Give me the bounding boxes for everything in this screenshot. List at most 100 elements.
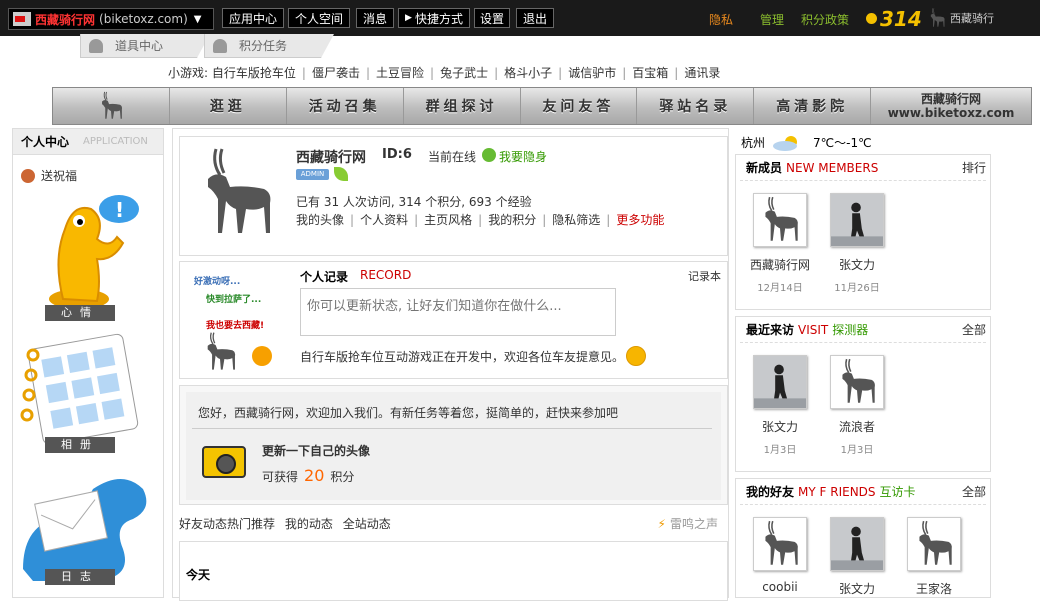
game-link[interactable]: 格斗小子 — [504, 66, 552, 80]
go-invisible-link[interactable]: 我要隐身 — [499, 148, 547, 165]
more-functions-link[interactable]: 更多功能 — [616, 213, 664, 227]
nav-item-browse[interactable]: 逛逛 — [170, 88, 287, 124]
separator: | — [494, 66, 499, 80]
visitors-title-en: VISIT — [798, 322, 829, 337]
nav-item-groups[interactable]: 群组探讨 — [404, 88, 521, 124]
my-avatar-link[interactable]: 我的头像 — [296, 213, 344, 227]
privacy-link[interactable]: 隐私 — [709, 11, 733, 28]
app-center-button[interactable]: 应用中心 — [222, 8, 284, 28]
points-policy-link[interactable]: 积分政策 — [801, 11, 849, 28]
friends-header: 我的好友 MY F RIENDS 互访卡 全部 — [740, 479, 986, 505]
friend-card[interactable]: coobii — [745, 517, 815, 594]
separator: | — [365, 66, 370, 80]
reward-unit: 积分 — [330, 470, 355, 484]
visit-card-link[interactable]: 互访卡 — [880, 483, 916, 500]
game-link[interactable]: 诚信驴市 — [568, 66, 616, 80]
tab-props-center[interactable]: 道具中心 — [80, 34, 210, 58]
record-book-link[interactable]: 记录本 — [688, 268, 721, 284]
nav-item-cinema[interactable]: 高清影院 — [754, 88, 872, 124]
privacy-filter-link[interactable]: 隐私筛选 — [552, 213, 600, 227]
game-link[interactable]: 兔子武士 — [440, 66, 488, 80]
smile-icon — [626, 346, 646, 366]
detector-link[interactable]: 探测器 — [832, 321, 868, 338]
visitor-name: 张文力 — [761, 420, 798, 434]
profile-links: 我的头像 | 个人资料 | 主页风格 | 我的积分 | 隐私筛选 | 更多功能 — [296, 211, 664, 228]
avatar[interactable] — [186, 143, 286, 243]
friend-card[interactable]: 张文力 — [822, 517, 892, 597]
visitor-card[interactable]: 张文力 1月3日 — [745, 355, 815, 456]
thunder-label: 雷鸣之声 — [669, 517, 718, 531]
visitors-title: 最近来访 — [746, 323, 795, 337]
game-link[interactable]: 土豆冒险 — [376, 66, 424, 80]
top-logo-text: 西藏骑行 — [950, 12, 994, 25]
games-label: 小游戏: — [168, 66, 209, 80]
all-visitors-link[interactable]: 全部 — [962, 321, 986, 338]
member-card[interactable]: 西藏骑行网 12月14日 — [745, 193, 815, 294]
ranking-link[interactable]: 排行 — [962, 159, 986, 176]
nav-item-stations[interactable]: 驿站名录 — [637, 88, 755, 124]
friends-box: 我的好友 MY F RIENDS 互访卡 全部 coobii 张文力 王家洛 — [735, 478, 991, 598]
shortcuts-label: 快捷方式 — [414, 11, 463, 26]
logout-button[interactable]: 退出 — [516, 8, 554, 28]
arrow-right-icon: ▶ — [405, 13, 412, 23]
thunder-link[interactable]: ⚡ 雷鸣之声 — [658, 515, 718, 532]
visitor-date: 1月3日 — [763, 445, 797, 456]
site-switcher-button[interactable]: 西藏骑行网 (biketoxz.com) ▼ — [8, 8, 214, 30]
nav-home-logo[interactable] — [53, 88, 170, 124]
tab-label: 积分任务 — [239, 39, 288, 53]
tab-site-feed[interactable]: 全站动态 — [343, 517, 391, 531]
personal-space-button[interactable]: 个人空间 — [288, 8, 350, 28]
my-profile-link[interactable]: 个人资料 — [360, 213, 408, 227]
sidebar-title-en: APPLICATION — [83, 136, 148, 147]
tab-label: 道具中心 — [115, 39, 164, 53]
my-points-link[interactable]: 我的积分 — [488, 213, 536, 227]
theme-link[interactable]: 主页风格 — [424, 213, 472, 227]
friends-title-en: MY F RIENDS — [798, 484, 876, 499]
visitor-card[interactable]: 流浪者 1月3日 — [822, 355, 892, 456]
sub-tabs: 道具中心 积分任务 — [80, 34, 334, 58]
record-illustration: 好激动呀... 快到拉萨了... 我也要去西藏! — [190, 272, 294, 372]
svg-text:!: ! — [115, 198, 124, 222]
game-link[interactable]: 通讯录 — [684, 66, 720, 80]
app-mood[interactable]: ! 心情 — [13, 189, 165, 321]
messages-button[interactable]: 消息 — [356, 8, 394, 28]
member-card[interactable]: 张文力 11月26日 — [822, 193, 892, 294]
tab-points-tasks[interactable]: 积分任务 — [204, 34, 334, 58]
settings-button[interactable]: 设置 — [474, 8, 510, 28]
album-icon — [20, 333, 139, 445]
task-title[interactable]: 更新一下自己的头像 — [262, 442, 370, 459]
status-input[interactable] — [300, 288, 616, 336]
main-nav: 逛逛 活动召集 群组探讨 友问友答 驿站名录 高清影院 西藏骑行网 www.bi… — [52, 87, 1032, 125]
record-title: 个人记录 — [300, 270, 349, 284]
shortcuts-button[interactable]: ▶ 快捷方式 — [398, 8, 470, 28]
app-album[interactable]: 相册 — [13, 325, 165, 455]
visitors-header: 最近来访 VISIT 探测器 全部 — [740, 317, 986, 343]
app-blog[interactable]: 日志 — [13, 469, 165, 599]
friend-card[interactable]: 王家洛 — [899, 517, 969, 597]
manage-link[interactable]: 管理 — [760, 11, 784, 28]
mood-icon: ! — [49, 195, 139, 309]
separator: | — [414, 213, 419, 227]
nav-item-events[interactable]: 活动召集 — [287, 88, 404, 124]
today-title: 今天 — [186, 568, 211, 582]
site-logo-icon — [13, 12, 31, 26]
visitor-name: 流浪者 — [838, 420, 875, 434]
friend-name: 王家洛 — [915, 582, 952, 596]
tab-hot-friends[interactable]: 好友动态热门推荐 — [179, 517, 275, 531]
game-link[interactable]: 僵尸袭击 — [312, 66, 360, 80]
separator: | — [478, 213, 483, 227]
all-friends-link[interactable]: 全部 — [962, 483, 986, 500]
separator: | — [674, 66, 679, 80]
member-avatar — [830, 193, 884, 247]
leaf-icon — [334, 167, 348, 181]
welcome-text: 您好，西藏骑行网，欢迎加入我们。有新任务等着您，挺简单的，赶快来参加吧 — [198, 406, 619, 420]
game-link[interactable]: 自行车版抢车位 — [212, 66, 296, 80]
member-name: 西藏骑行网 — [749, 258, 810, 272]
tab-my-feed[interactable]: 我的动态 — [285, 517, 333, 531]
send-blessing-link[interactable]: 送祝福 — [21, 167, 77, 184]
nav-item-qa[interactable]: 友问友答 — [521, 88, 638, 124]
profile-name[interactable]: 西藏骑行网 — [296, 147, 366, 167]
game-link[interactable]: 百宝箱 — [632, 66, 668, 80]
sidebar-title: 个人中心 — [21, 135, 70, 149]
user-icon — [89, 38, 103, 53]
